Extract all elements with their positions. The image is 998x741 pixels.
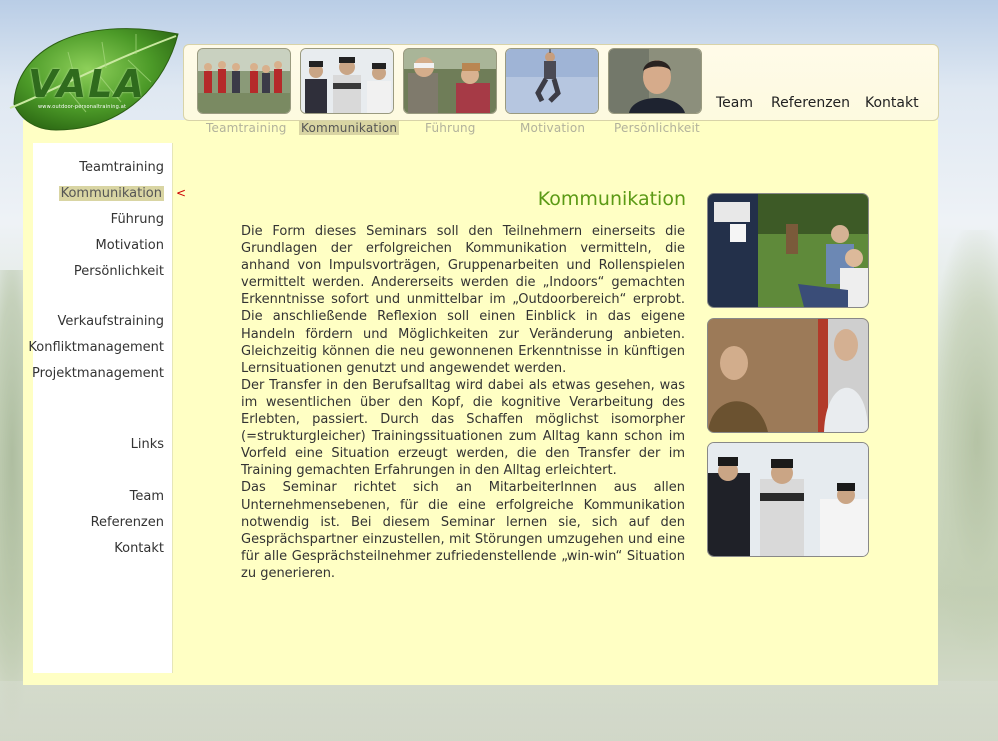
article-body: Die Form dieses Seminars soll den Teilne… — [241, 223, 685, 582]
outdoor-group-photo-icon — [708, 194, 868, 307]
thumb-motivation[interactable] — [505, 48, 599, 114]
logo[interactable]: VALA www.outdoor-personaltraining.at — [6, 12, 186, 137]
paragraph: Der Transfer in den Berufsalltag wird da… — [241, 377, 685, 479]
tab-fuehrung[interactable]: Führung — [425, 121, 476, 135]
active-marker: < — [176, 186, 187, 200]
photo-two-men — [707, 318, 869, 433]
two-men-photo-icon — [708, 319, 868, 432]
sidebar-item-referenzen[interactable]: Referenzen — [91, 515, 164, 530]
photo-outdoor-group — [707, 193, 869, 308]
thumb-fuehrung[interactable] — [403, 48, 497, 114]
sidebar-item-projektmanagement[interactable]: Projektmanagement — [32, 366, 164, 381]
top-nav-team[interactable]: Team — [716, 95, 753, 111]
group-photo-icon — [198, 49, 290, 113]
sidebar-item-team[interactable]: Team — [130, 489, 164, 504]
blindfold-photo-icon — [404, 49, 496, 113]
photo-snow-group — [707, 442, 869, 557]
sidebar-item-fuehrung[interactable]: Führung — [111, 212, 164, 227]
thumb-teamtraining[interactable] — [197, 48, 291, 114]
background-trees-right — [928, 230, 998, 650]
sidebar-item-teamtraining[interactable]: Teamtraining — [79, 160, 164, 175]
paragraph: Die Form dieses Seminars soll den Teilne… — [241, 224, 685, 376]
thumb-persoenlichkeit[interactable] — [608, 48, 702, 114]
sidebar-item-motivation[interactable]: Motivation — [96, 238, 164, 253]
sidebar-item-konfliktmanagement[interactable]: Konfliktmanagement — [28, 340, 164, 355]
logo-url: www.outdoor-personaltraining.at — [38, 104, 127, 110]
portrait-photo-icon — [609, 49, 701, 113]
tab-teamtraining[interactable]: Teamtraining — [206, 121, 287, 135]
sidebar-item-links[interactable]: Links — [131, 437, 164, 452]
paragraph: Das Seminar richtet sich an MitarbeiterI… — [241, 480, 685, 581]
logo-text: VALA — [28, 62, 146, 106]
jumping-person-icon — [506, 49, 598, 113]
people-snow-photo-icon — [301, 49, 393, 113]
tab-persoenlichkeit[interactable]: Persönlichkeit — [614, 121, 700, 135]
thumb-kommunikation[interactable] — [300, 48, 394, 114]
background-path — [0, 681, 998, 741]
sidebar-item-persoenlichkeit[interactable]: Persönlichkeit — [74, 264, 164, 279]
sidebar-item-verkaufstraining[interactable]: Verkaufstraining — [58, 314, 164, 329]
sidebar-item-kommunikation[interactable]: Kommunikation — [58, 186, 164, 201]
tab-kommunikation[interactable]: Kommunikation — [299, 121, 400, 135]
top-nav-referenzen[interactable]: Referenzen — [771, 95, 850, 111]
top-nav-kontakt[interactable]: Kontakt — [865, 95, 919, 111]
page-title: Kommunikation — [537, 188, 686, 210]
sidebar-item-kontakt[interactable]: Kontakt — [114, 541, 164, 556]
tab-motivation[interactable]: Motivation — [520, 121, 585, 135]
snow-group-photo-icon — [708, 443, 868, 556]
